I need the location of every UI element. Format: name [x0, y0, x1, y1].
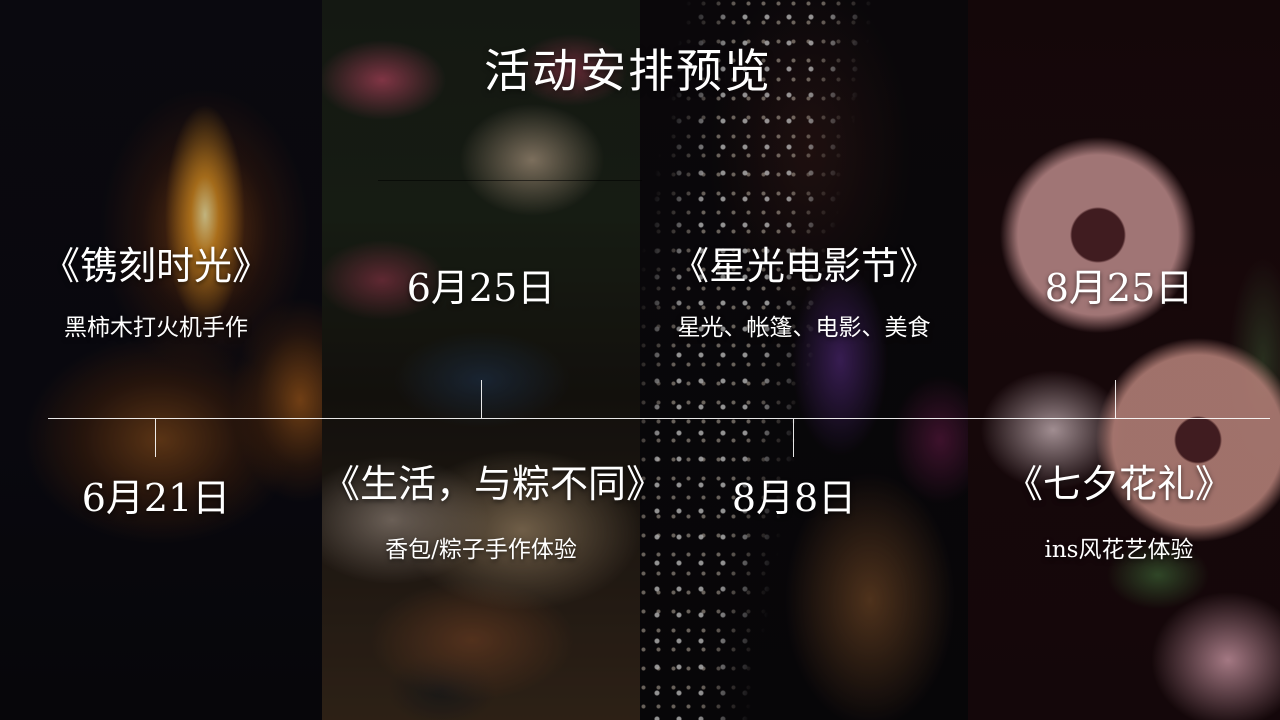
- zongzi-dumpling-photo: [322, 0, 640, 720]
- timeline-tick: [155, 419, 156, 457]
- event-name: 《星光电影节》: [670, 244, 937, 288]
- timeline-line: [48, 418, 1270, 419]
- event-date: 8月25日: [1044, 266, 1194, 310]
- timeline-tick: [793, 419, 794, 457]
- title-divider: [378, 180, 642, 181]
- city-night-lights-photo: [640, 0, 968, 720]
- event-description: 香包/粽子手作体验: [385, 537, 577, 563]
- event-date: 6月21日: [81, 476, 231, 520]
- event-date: 8月8日: [731, 476, 857, 520]
- event-name: 《生活，与粽不同》: [322, 462, 665, 506]
- event-date: 6月25日: [406, 266, 556, 310]
- page-title: 活动安排预览: [484, 44, 772, 98]
- lighter-flame-photo: [0, 0, 322, 720]
- timeline-tick: [481, 380, 482, 418]
- timeline-tick: [1115, 380, 1116, 418]
- event-name: 《七夕花礼》: [1004, 462, 1233, 506]
- event-description: 黑柿木打火机手作: [64, 315, 248, 341]
- event-description: ins风花艺体验: [1044, 537, 1194, 563]
- event-description: 星光、帐篷、电影、美食: [677, 315, 931, 341]
- slide: 活动安排预览 《镌刻时光》 黑柿木打火机手作 6月21日 6月25日 《生活，与…: [0, 0, 1280, 720]
- flowers-bouquet-photo: [968, 0, 1280, 720]
- event-name: 《镌刻时光》: [41, 244, 270, 288]
